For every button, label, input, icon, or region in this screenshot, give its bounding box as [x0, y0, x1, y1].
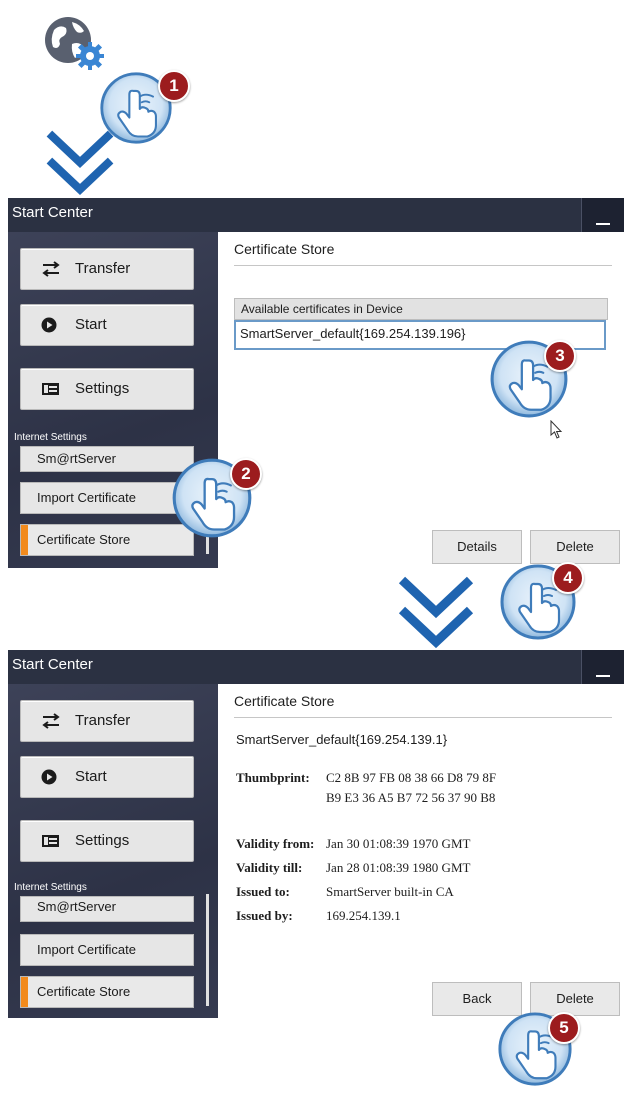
- play-circle-icon: [41, 769, 61, 785]
- validity-till-label: Validity till:: [236, 860, 303, 875]
- chevron-down-icon: [396, 576, 476, 656]
- play-circle-icon: [41, 317, 61, 333]
- transfer-label: Transfer: [75, 712, 131, 729]
- settings-button[interactable]: Settings: [20, 820, 194, 862]
- settings-label: Settings: [75, 832, 130, 849]
- validity-from-label: Validity from:: [236, 836, 315, 851]
- sidebar-item-smartserver[interactable]: Sm@rtServer: [20, 896, 194, 922]
- transfer-button[interactable]: Transfer: [20, 248, 194, 290]
- step-badge-1: 1: [158, 70, 190, 102]
- sidebar-item-label: Import Certificate: [37, 942, 136, 957]
- start-button[interactable]: Start: [20, 756, 194, 798]
- start-label: Start: [75, 316, 107, 333]
- list-header-label: Available certificates in Device: [241, 302, 403, 316]
- section-heading: Internet Settings: [14, 432, 87, 443]
- hmi-screen-certificate-details: Start Center Transfer Start Settings Int…: [8, 650, 624, 1018]
- settings-panel-icon: [41, 833, 61, 849]
- transfer-button[interactable]: Transfer: [20, 700, 194, 742]
- sidebar-item-smartserver[interactable]: Sm@rtServer: [20, 446, 194, 472]
- title-divider: [234, 265, 612, 266]
- step-badge-5: 5: [548, 1012, 580, 1044]
- mouse-pointer-icon: [550, 419, 564, 440]
- chevron-down-icon: [40, 130, 120, 202]
- issued-to-value: SmartServer built-in CA: [326, 884, 454, 899]
- start-button[interactable]: Start: [20, 304, 194, 346]
- sidebar-item-import-certificate[interactable]: Import Certificate: [20, 482, 194, 514]
- sidebar-item-label: Certificate Store: [37, 532, 131, 547]
- certificate-list-header: Available certificates in Device: [234, 298, 608, 320]
- list-item-label: SmartServer_default{169.254.139.196}: [240, 326, 466, 341]
- issued-by-value: 169.254.139.1: [326, 908, 401, 923]
- transfer-arrows-icon: [41, 261, 61, 277]
- start-label: Start: [75, 768, 107, 785]
- validity-till-value: Jan 28 01:08:39 1980 GMT: [326, 860, 471, 875]
- sidebar-item-label: Sm@rtServer: [37, 899, 116, 914]
- settings-button[interactable]: Settings: [20, 368, 194, 410]
- settings-panel-icon: [41, 381, 61, 397]
- window-title: Start Center: [12, 656, 93, 673]
- title-bar: Start Center: [8, 198, 624, 232]
- window-title: Start Center: [12, 204, 93, 221]
- title-divider: [234, 717, 612, 718]
- page-title: Certificate Store: [234, 241, 335, 257]
- step-badge-2: 2: [230, 458, 262, 490]
- sidebar-scrollbar[interactable]: [206, 894, 209, 1006]
- thumbprint-label: Thumbprint:: [236, 770, 310, 785]
- delete-button[interactable]: Delete: [530, 530, 620, 564]
- minimize-icon[interactable]: [581, 198, 624, 232]
- sidebar-item-import-certificate[interactable]: Import Certificate: [20, 934, 194, 966]
- thumbprint-value-line2: B9 E3 36 A5 B7 72 56 37 90 B8: [326, 790, 496, 805]
- sidebar-item-label: Import Certificate: [37, 490, 136, 505]
- settings-label: Settings: [75, 380, 130, 397]
- step-badge-4: 4: [552, 562, 584, 594]
- sidebar: Transfer Start Settings Internet Setting…: [8, 684, 218, 1018]
- section-heading: Internet Settings: [14, 882, 87, 893]
- details-button[interactable]: Details: [432, 530, 522, 564]
- sidebar-item-label: Sm@rtServer: [37, 451, 116, 466]
- thumbprint-value-line1: C2 8B 97 FB 08 38 66 D8 79 8F: [326, 770, 497, 785]
- transfer-label: Transfer: [75, 260, 131, 277]
- sidebar-item-certificate-store[interactable]: Certificate Store: [20, 976, 194, 1008]
- title-bar: Start Center: [8, 650, 624, 684]
- transfer-arrows-icon: [41, 713, 61, 729]
- content-area: Certificate Store SmartServer_default{16…: [218, 684, 624, 1018]
- issued-by-label: Issued by:: [236, 908, 293, 923]
- globe-gear-icon[interactable]: [42, 14, 106, 74]
- sidebar-item-label: Certificate Store: [37, 984, 131, 999]
- validity-from-value: Jan 30 01:08:39 1970 GMT: [326, 836, 471, 851]
- step-badge-3: 3: [544, 340, 576, 372]
- issued-to-label: Issued to:: [236, 884, 290, 899]
- sidebar-item-certificate-store[interactable]: Certificate Store: [20, 524, 194, 556]
- certificate-name: SmartServer_default{169.254.139.1}: [236, 732, 448, 747]
- page-title: Certificate Store: [234, 693, 335, 709]
- minimize-icon[interactable]: [581, 650, 624, 684]
